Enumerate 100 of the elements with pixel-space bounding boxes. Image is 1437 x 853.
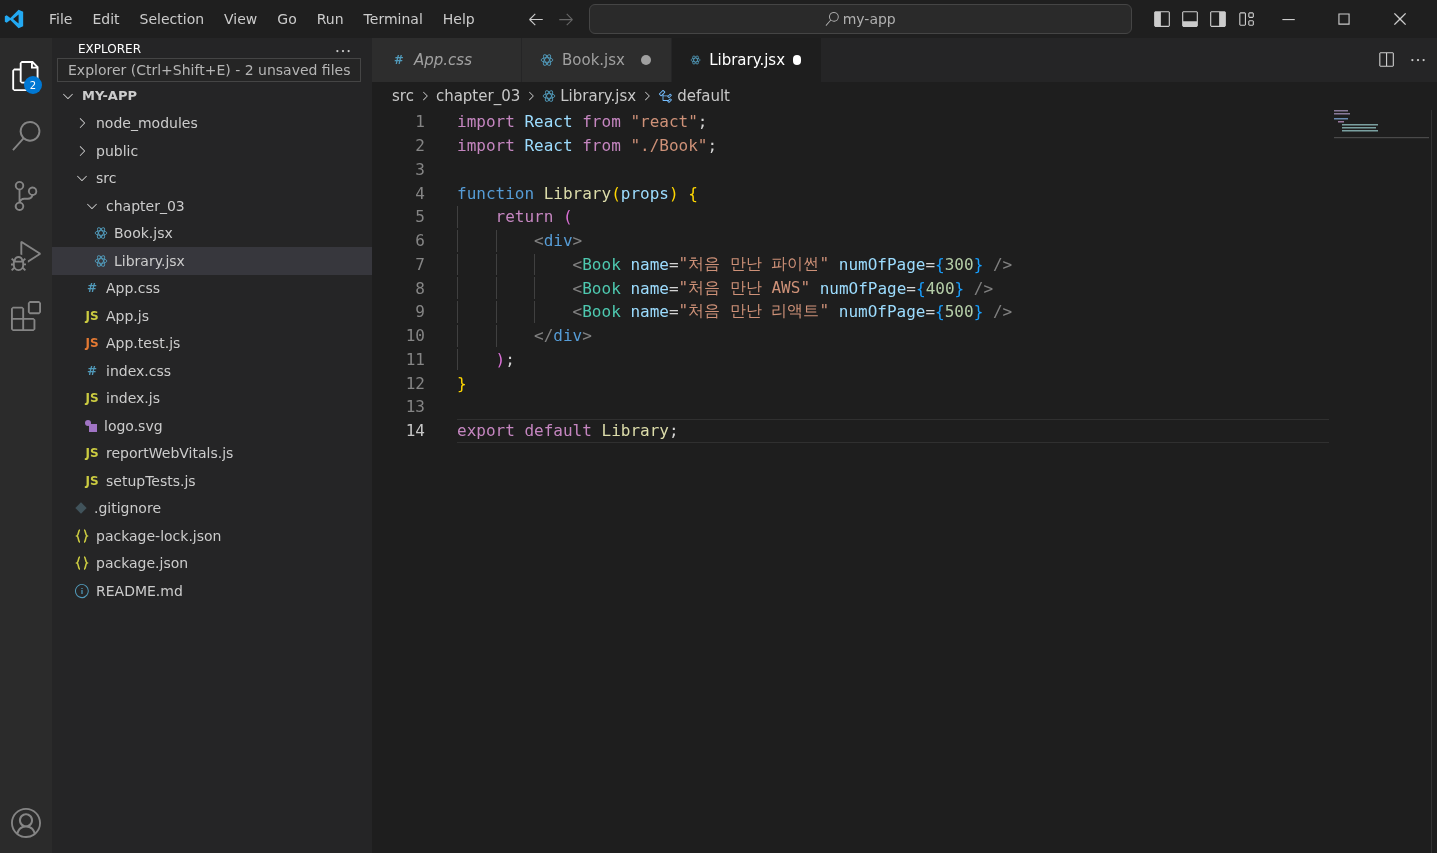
line-number: 11 xyxy=(404,349,425,369)
folder-row[interactable]: chapter_03 xyxy=(52,192,372,220)
file-name: node_modules xyxy=(96,115,198,132)
folder-row[interactable]: node_modules xyxy=(52,109,372,137)
file-name: public xyxy=(96,142,139,159)
code-line: <Book name="처음 만난 리액트" numOfPage={500} /> xyxy=(457,300,1329,324)
react-icon xyxy=(94,253,108,268)
line-number: 5 xyxy=(414,207,425,227)
split-editor-icon[interactable] xyxy=(1377,51,1395,69)
account-icon xyxy=(11,808,41,838)
tree-row[interactable]: # index.css xyxy=(52,357,372,385)
code-line: </div> xyxy=(457,323,1329,348)
file-name: package-lock.json xyxy=(96,527,222,544)
tree-row[interactable]: JS reportWebVitals.js xyxy=(52,439,372,467)
sidebar-toggle-icon[interactable] xyxy=(1153,10,1171,28)
tab-label: App.css xyxy=(414,51,472,69)
breadcrumb[interactable]: src xyxy=(392,87,414,105)
tree-row[interactable]: # App.css xyxy=(52,274,372,302)
tree-row[interactable]: package-lock.json xyxy=(52,522,372,550)
file-name: chapter_03 xyxy=(106,197,185,214)
menu-item[interactable]: View xyxy=(214,11,268,27)
sidebar-toggle-icon[interactable] xyxy=(1209,10,1227,28)
file-name: src xyxy=(96,170,117,187)
react-icon xyxy=(690,53,702,67)
editor-tab[interactable]: Library.jsx xyxy=(672,38,822,82)
line-number: 14 xyxy=(404,421,425,441)
editor-tab[interactable]: Book.jsx xyxy=(522,38,672,82)
code-line: <div> xyxy=(457,228,1329,253)
folder-row[interactable]: MY-APP xyxy=(52,82,372,110)
hash-icon: # xyxy=(390,53,406,67)
tree-row[interactable]: JS setupTests.js xyxy=(52,467,372,495)
code-line: } xyxy=(457,372,468,395)
breadcrumb[interactable]: default xyxy=(677,87,730,105)
js-icon: JS xyxy=(84,473,100,488)
tree-row[interactable]: JS App.js xyxy=(52,302,372,330)
maximize-icon[interactable] xyxy=(1335,10,1353,28)
file-name: Library.jsx xyxy=(114,252,185,269)
braces-icon xyxy=(74,528,90,543)
folder-row[interactable]: public xyxy=(52,137,372,165)
tree-row[interactable]: JS App.test.js xyxy=(52,329,372,357)
extensions-icon xyxy=(11,301,41,331)
tree-row[interactable]: Book.jsx xyxy=(52,219,372,247)
tree-row[interactable]: Library.jsx xyxy=(52,247,372,275)
sidebar-title: EXPLORER xyxy=(78,42,141,56)
react-icon xyxy=(542,89,557,103)
file-name: App.js xyxy=(106,307,149,324)
line-number: 12 xyxy=(404,373,425,393)
code-line: export default Library; xyxy=(457,418,1329,443)
code-line: <Book name="처음 만난 파이썬" numOfPage={300} /> xyxy=(457,252,1329,277)
line-number: 6 xyxy=(414,231,425,251)
code-line: <Book name="처음 만난 AWS" numOfPage={400} /> xyxy=(457,276,1329,300)
symbol-icon xyxy=(658,88,674,104)
file-name: index.css xyxy=(106,362,172,379)
tab-label: Book.jsx xyxy=(562,51,625,69)
command-center[interactable]: my-app xyxy=(588,4,1132,34)
js-icon: JS xyxy=(84,308,100,323)
folder-row[interactable]: src xyxy=(52,164,372,192)
code-line: import React from "./Book"; xyxy=(457,135,719,158)
breadcrumb[interactable]: chapter_03 xyxy=(435,87,521,105)
tree-row[interactable]: .gitignore xyxy=(52,494,372,522)
file-name: .gitignore xyxy=(94,500,161,517)
layout-icon[interactable] xyxy=(1237,10,1255,28)
line-number: 1 xyxy=(414,112,425,132)
code-line: ); xyxy=(457,347,1329,372)
code-line: return ( xyxy=(457,205,1329,229)
line-number: 3 xyxy=(414,159,425,179)
file-name: App.test.js xyxy=(106,335,181,352)
hash-icon: # xyxy=(84,363,100,378)
editor-tab[interactable]: # App.css xyxy=(372,38,522,82)
menu-item[interactable]: Edit xyxy=(82,11,130,27)
line-number: 9 xyxy=(414,302,425,322)
line-number: 8 xyxy=(414,278,425,298)
close-icon[interactable] xyxy=(1391,10,1409,28)
menu-item[interactable]: Go xyxy=(267,11,307,27)
menu-item[interactable]: Selection xyxy=(129,11,215,27)
menu-item[interactable]: Help xyxy=(432,11,485,27)
tree-row[interactable]: logo.svg xyxy=(52,412,372,440)
js-icon: JS xyxy=(84,446,100,461)
line-number: 2 xyxy=(414,136,425,156)
tree-row[interactable]: README.md xyxy=(52,577,372,605)
react-icon xyxy=(540,53,554,67)
js-icon: JS xyxy=(84,336,100,351)
tree-row[interactable]: package.json xyxy=(52,549,372,577)
braces-icon xyxy=(74,556,90,571)
folder-name: MY-APP xyxy=(82,88,137,104)
line-number: 13 xyxy=(404,397,425,417)
breadcrumb[interactable]: Library.jsx xyxy=(560,87,637,105)
code-line: import React from "react"; xyxy=(457,111,709,134)
tooltip: Explorer (Ctrl+Shift+E) - 2 unsaved files xyxy=(57,58,362,82)
file-name: Book.jsx xyxy=(114,225,173,242)
line-number: 10 xyxy=(404,326,425,346)
menu-item[interactable]: Terminal xyxy=(353,11,433,27)
tree-row[interactable]: JS index.js xyxy=(52,384,372,412)
menu-item[interactable]: Run xyxy=(306,11,354,27)
menu-item[interactable]: File xyxy=(39,11,83,27)
code-line: function Library(props) { xyxy=(457,182,699,205)
panel-toggle-icon[interactable] xyxy=(1181,10,1199,28)
shapes-icon xyxy=(84,418,98,433)
file-name: setupTests.js xyxy=(106,472,196,489)
activity-item[interactable]: 2 xyxy=(0,46,52,106)
